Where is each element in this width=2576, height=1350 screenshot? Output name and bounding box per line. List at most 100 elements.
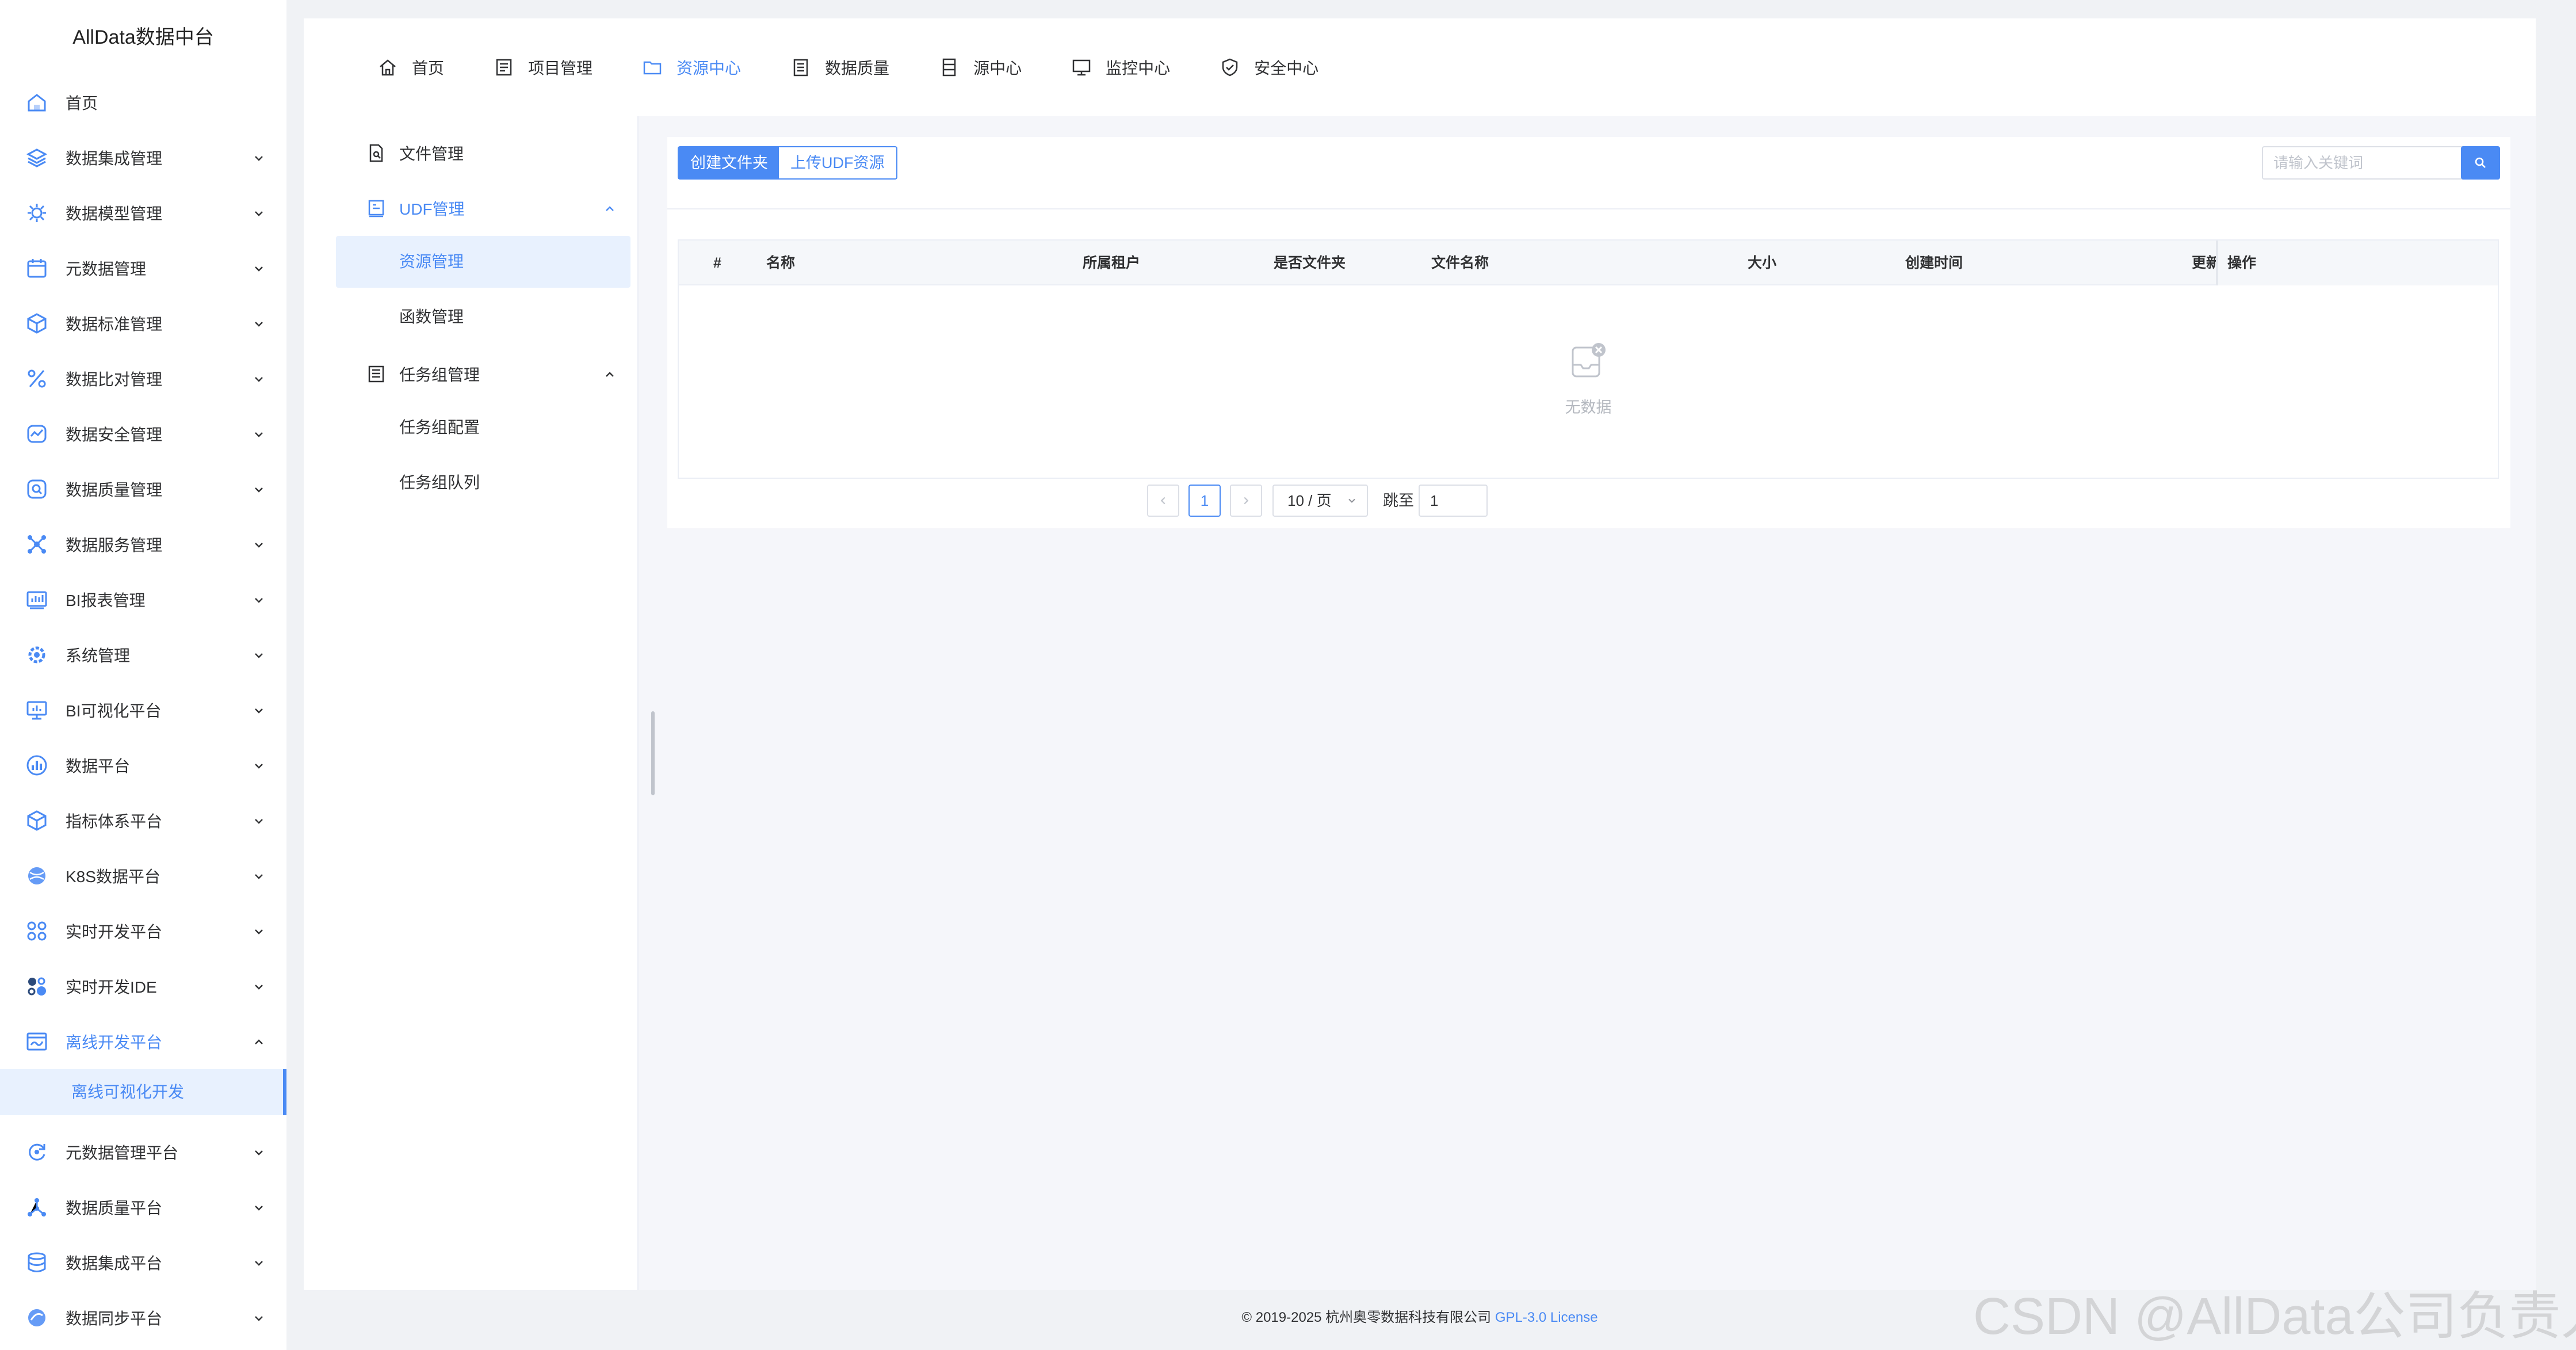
sidebar-item-label: 元数据管理 [66, 260, 147, 278]
sidebar-item-metadata[interactable]: 元数据管理 [0, 241, 286, 296]
search-icon [2475, 157, 2486, 168]
jump-label: 跳至 [1383, 492, 1414, 509]
sidebar-item-label: 数据比对管理 [66, 371, 163, 388]
sidebar-item-label: 数据标准管理 [66, 315, 163, 333]
database-icon [25, 1251, 48, 1274]
chevron-down-icon [252, 1200, 266, 1214]
sidebar-item-label: 数据模型管理 [66, 205, 163, 223]
tab-monitor-center[interactable]: 监控中心 [1071, 56, 1170, 79]
sidebar-item-label: 数据平台 [66, 757, 131, 775]
chevron-down-icon [252, 648, 266, 662]
watermark: CSDN @AllData公司负责人 [1973, 1288, 2576, 1345]
monitor-icon [25, 699, 48, 722]
upload-udf-button[interactable]: 上传UDF资源 [778, 146, 897, 180]
sidebar-subitem-offline-visual[interactable]: 离线可视化开发 [0, 1069, 286, 1115]
sidebar-item-realtime-ide[interactable]: 实时开发IDE [0, 959, 286, 1014]
sidebar-item-label: 离线开发平台 [66, 1034, 163, 1051]
chevron-down-icon [252, 758, 266, 772]
sidebar-item-bi-visual[interactable]: BI可视化平台 [0, 682, 286, 738]
shield-check-icon [1222, 58, 1238, 77]
chevron-down-icon [252, 979, 266, 993]
submenu-taskgroup-mgmt[interactable]: 任务组管理 [304, 346, 637, 402]
tab-data-quality[interactable]: 数据质量 [790, 56, 889, 79]
search-input[interactable] [2262, 146, 2487, 180]
sidebar-item-label: 首页 [66, 94, 98, 112]
submenu-function-mgmt[interactable]: 函数管理 [336, 291, 630, 343]
sidebar-item-offline[interactable]: 离线开发平台 [0, 1014, 286, 1069]
tab-label: 数据质量 [825, 59, 890, 77]
clipboard-icon [793, 59, 808, 77]
sidebar-item-home[interactable]: 首页 [0, 75, 286, 130]
search-button[interactable] [2461, 146, 2500, 180]
sidebar-item-data-quality[interactable]: 数据质量管理 [0, 462, 286, 517]
empty-inbox-icon [1572, 343, 1606, 377]
folder-icon [643, 61, 662, 75]
sidebar-item-sync-platform[interactable]: 数据同步平台 [0, 1290, 286, 1345]
shield-chart-icon [25, 422, 48, 445]
column-header-created-time: 创建时间 [1905, 255, 1963, 271]
tab-security-center[interactable]: 安全中心 [1220, 56, 1318, 79]
table-header: # 名称 所属租户 是否文件夹 文件名称 大小 创建时间 更新 操作 [679, 241, 2498, 285]
chevron-left-icon [1160, 497, 1165, 505]
sidebar-item-data-standard[interactable]: 数据标准管理 [0, 296, 286, 351]
chevron-right-icon [1244, 497, 1249, 505]
chevron-down-icon [252, 869, 266, 883]
tab-label: 源中心 [973, 59, 1022, 77]
create-folder-button[interactable]: 创建文件夹 [678, 146, 781, 180]
sidebar-item-realtime[interactable]: 实时开发平台 [0, 903, 286, 959]
sidebar-item-metadata-platform[interactable]: 元数据管理平台 [0, 1124, 286, 1180]
monitor-icon [1072, 59, 1091, 76]
page-button-current[interactable]: 1 [1188, 485, 1221, 517]
sidebar-item-data-security[interactable]: 数据安全管理 [0, 406, 286, 462]
service-icon [25, 533, 48, 556]
sidebar-item-integration-platform[interactable]: 数据集成平台 [0, 1235, 286, 1290]
sidebar-item-system[interactable]: 系统管理 [0, 627, 286, 682]
column-header-tenant: 所属租户 [1083, 255, 1141, 271]
column-header-size: 大小 [1748, 255, 1777, 271]
submenu-label: 文件管理 [399, 145, 464, 163]
submenu-file-mgmt[interactable]: 文件管理 [304, 125, 637, 181]
tab-home[interactable]: 首页 [377, 56, 444, 79]
page-size-select[interactable]: 10 / 页 [1272, 485, 1368, 517]
next-page-button[interactable] [1230, 485, 1262, 517]
sidebar-item-data-integration[interactable]: 数据集成管理 [0, 130, 286, 185]
sidebar-item-label: 元数据管理平台 [66, 1144, 179, 1162]
license-link[interactable]: GPL-3.0 License [1495, 1310, 1598, 1325]
sidebar-item-data-service[interactable]: 数据服务管理 [0, 517, 286, 572]
calendar-icon [25, 257, 48, 280]
sidebar-item-indicator[interactable]: 指标体系平台 [0, 793, 286, 848]
sidebar-item-label: 数据质量管理 [66, 481, 163, 499]
sidebar-item-label: BI可视化平台 [66, 702, 162, 720]
sidebar-item-data-model[interactable]: 数据模型管理 [0, 185, 286, 241]
report-icon [25, 588, 48, 611]
sidebar-item-label: 数据同步平台 [66, 1310, 163, 1328]
submenu-taskgroup-queue[interactable]: 任务组队列 [336, 457, 630, 509]
sidebar-item-quality-platform[interactable]: 数据质量平台 [0, 1180, 286, 1235]
sidebar-item-label: 数据服务管理 [66, 536, 163, 554]
submenu-taskgroup-config[interactable]: 任务组配置 [336, 402, 630, 453]
panel-resize-handle[interactable] [651, 711, 655, 795]
sidebar-item-data-platform[interactable]: 数据平台 [0, 738, 286, 793]
tab-source-center[interactable]: 源中心 [939, 56, 1022, 79]
jump-page-input[interactable] [1419, 485, 1488, 517]
sidebar-item-label: K8S数据平台 [66, 868, 160, 886]
chevron-down-icon [252, 261, 266, 275]
tab-project[interactable]: 项目管理 [494, 56, 593, 79]
sidebar-item-label: 数据质量平台 [66, 1199, 163, 1217]
sidebar-item-k8s[interactable]: K8S数据平台 [0, 848, 286, 903]
chevron-down-icon [252, 537, 266, 551]
sidebar-item-bi-report[interactable]: BI报表管理 [0, 572, 286, 627]
submenu-resource-mgmt[interactable]: 资源管理 [336, 236, 630, 288]
tab-resource-center[interactable]: 资源中心 [642, 56, 741, 79]
prev-page-button[interactable] [1147, 485, 1179, 517]
system-icon [25, 643, 48, 666]
sidebar-item-label: 数据集成管理 [66, 150, 163, 167]
chevron-down-icon [252, 1256, 266, 1269]
column-header-file-name: 文件名称 [1431, 255, 1489, 271]
submenu-udf-mgmt[interactable]: UDF管理 [304, 181, 637, 236]
column-header-index: # [713, 255, 721, 271]
tab-label: 项目管理 [528, 59, 593, 77]
sidebar-item-data-compare[interactable]: 数据比对管理 [0, 351, 286, 406]
server-icon [942, 58, 956, 77]
table-empty-state: 无数据 [679, 285, 2498, 478]
